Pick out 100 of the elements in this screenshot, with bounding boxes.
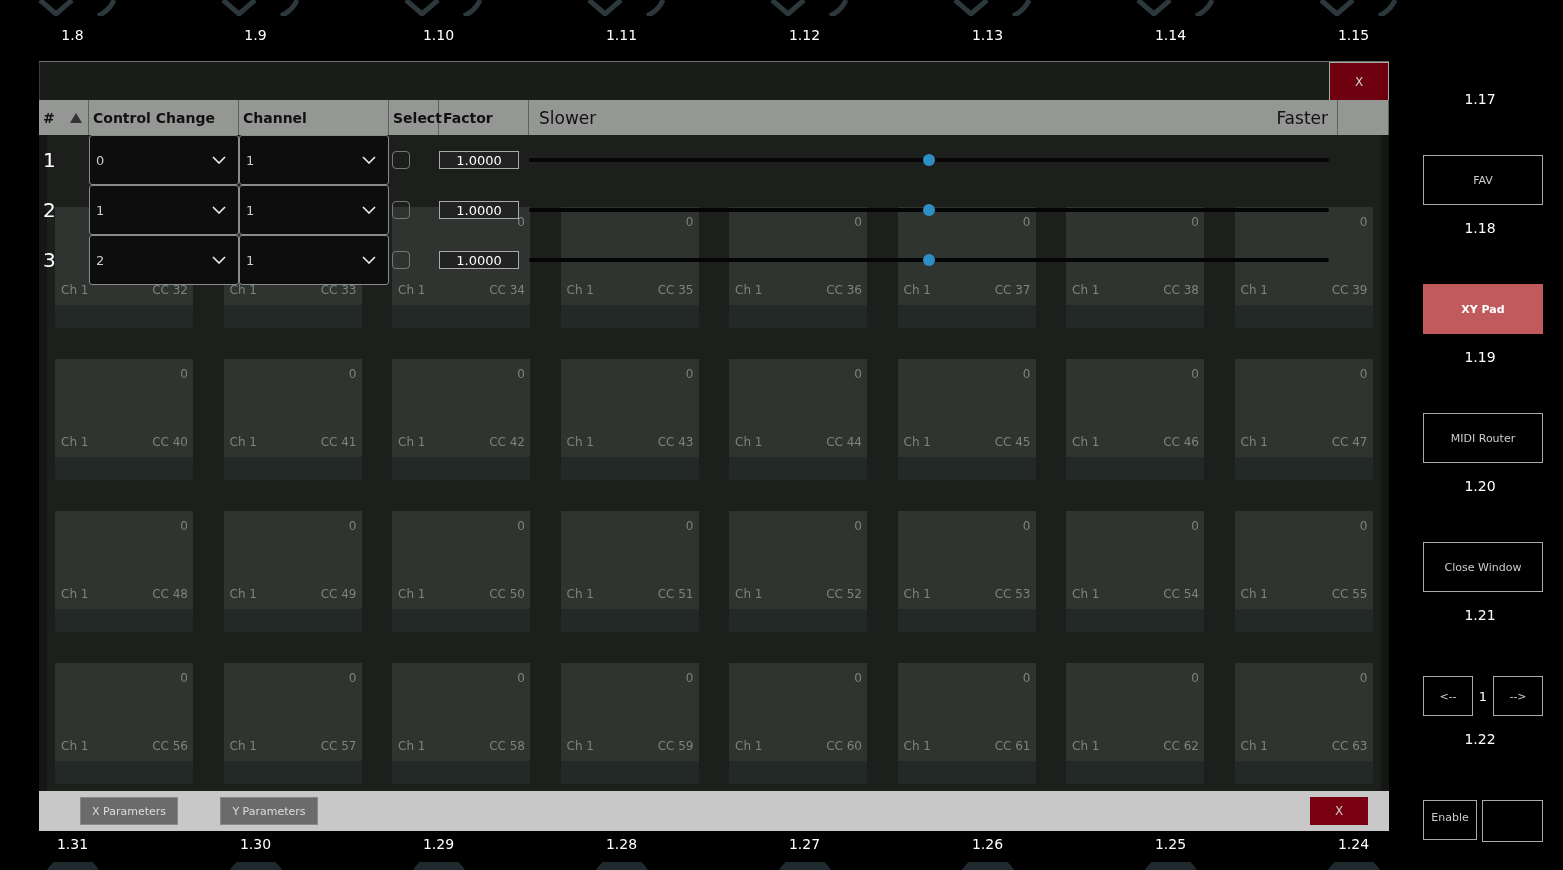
close-button[interactable]: X <box>1329 62 1389 101</box>
pad-channel: Ch 1 <box>61 435 89 449</box>
sidebar-button[interactable] <box>1482 800 1543 842</box>
select-checkbox[interactable] <box>392 151 410 169</box>
sidebar-button[interactable]: XY Pad <box>1423 284 1543 334</box>
factor-field[interactable]: 1.0000 <box>439 151 519 169</box>
pad-channel: Ch 1 <box>398 587 426 601</box>
parameters-button[interactable]: X Parameters <box>80 797 178 825</box>
knob-label: 1.22 <box>1464 730 1496 749</box>
pad-channel: Ch 1 <box>1240 587 1268 601</box>
pad-cc: CC 36 <box>826 283 862 297</box>
pad-cc: CC 58 <box>489 739 525 753</box>
pad-value: 0 <box>1359 671 1368 685</box>
control-change-dropdown[interactable]: 1 <box>89 185 239 235</box>
close-button[interactable]: X <box>1310 797 1368 825</box>
pad-value: 0 <box>854 215 862 229</box>
pad-cc: CC 61 <box>994 739 1031 753</box>
pad-value: 0 <box>517 671 525 685</box>
pad-channel: Ch 1 <box>1240 283 1268 297</box>
pad-channel: Ch 1 <box>566 587 594 601</box>
knob-label: 1.14 <box>1154 26 1187 44</box>
pad-cc: CC 56 <box>152 739 188 753</box>
pad-value: 0 <box>685 367 694 381</box>
control-change-dropdown[interactable]: 0 <box>89 135 239 185</box>
knob-label: 1.26 <box>971 835 1004 853</box>
channel-dropdown[interactable]: 1 <box>239 235 389 285</box>
knob-label: 1.11 <box>605 26 638 44</box>
pad-cc: CC 40 <box>152 435 188 449</box>
channel-dropdown[interactable]: 1 <box>239 135 389 185</box>
pad-cc: CC 50 <box>489 587 525 601</box>
sidebar-button[interactable]: Close Window <box>1423 542 1543 592</box>
pad-channel: Ch 1 <box>398 283 426 297</box>
select-checkbox[interactable] <box>392 251 410 269</box>
row-number: 3 <box>42 248 57 272</box>
control-change-dropdown[interactable]: 2 <box>89 235 239 285</box>
pad-cc: CC 38 <box>1163 283 1199 297</box>
pad-cc: CC 34 <box>489 283 525 297</box>
pad-channel: Ch 1 <box>735 435 763 449</box>
column-header[interactable]: Select <box>393 109 442 126</box>
pad-value: 0 <box>517 519 525 533</box>
pad-channel: Ch 1 <box>735 283 763 297</box>
knob-label: 1.29 <box>422 835 455 853</box>
sidebar-button[interactable]: FAV <box>1423 155 1543 205</box>
select-checkbox[interactable] <box>392 201 410 219</box>
page-number: 1 <box>1478 688 1488 704</box>
pad-value: 0 <box>685 215 694 229</box>
pad-cc: CC 60 <box>826 739 862 753</box>
pad-channel: Ch 1 <box>229 739 257 753</box>
pad-cc: CC 32 <box>152 283 188 297</box>
pad-cc: CC 63 <box>1331 739 1368 753</box>
pad-value: 0 <box>517 215 525 229</box>
pad-value: 0 <box>685 671 694 685</box>
pad-cc: CC 52 <box>826 587 862 601</box>
slider-label: Slower <box>539 107 597 128</box>
row-number: 2 <box>42 198 57 222</box>
pad-value: 0 <box>348 671 357 685</box>
row-number: 1 <box>42 148 57 172</box>
pad-value: 0 <box>1022 367 1031 381</box>
pad-cc: CC 51 <box>657 587 694 601</box>
pad-cc: CC 47 <box>1331 435 1368 449</box>
column-header[interactable]: Control Change <box>93 109 215 126</box>
enable-button[interactable]: Enable <box>1423 800 1478 840</box>
pad-value: 0 <box>1359 519 1368 533</box>
knob-label: 1.28 <box>605 835 638 853</box>
pad-value: 0 <box>1359 367 1368 381</box>
parameters-button[interactable]: Y Parameters <box>220 797 318 825</box>
next-button[interactable]: --> <box>1493 676 1543 716</box>
pad-channel: Ch 1 <box>229 283 257 297</box>
pad-channel: Ch 1 <box>229 587 257 601</box>
chevron-down-icon <box>362 256 376 264</box>
factor-field[interactable]: 1.0000 <box>439 251 519 269</box>
knob-label: 1.9 <box>244 26 267 44</box>
knob-label: 1.25 <box>1154 835 1187 853</box>
previous-button[interactable]: <-- <box>1423 676 1473 716</box>
pad-cc: CC 33 <box>320 283 357 297</box>
column-header[interactable]: Factor <box>443 109 493 126</box>
pad-channel: Ch 1 <box>61 587 89 601</box>
factor-field[interactable]: 1.0000 <box>439 201 519 219</box>
knob-label: 1.30 <box>239 835 272 853</box>
knob-label: 1.24 <box>1337 835 1370 853</box>
pad-channel: Ch 1 <box>735 739 763 753</box>
pad-value: 0 <box>348 367 357 381</box>
pad-cc: CC 44 <box>826 435 862 449</box>
pad-channel: Ch 1 <box>566 435 594 449</box>
pad-channel: Ch 1 <box>1072 739 1100 753</box>
pad-channel: Ch 1 <box>903 283 931 297</box>
column-header[interactable]: # <box>43 109 55 126</box>
pad-value: 0 <box>1191 671 1199 685</box>
pad-value: 0 <box>348 519 357 533</box>
pad-cc: CC 42 <box>489 435 525 449</box>
pad-channel: Ch 1 <box>903 587 931 601</box>
sort-up-icon[interactable] <box>70 112 82 123</box>
sidebar-button[interactable]: MIDI Router <box>1423 413 1543 463</box>
pad-value: 0 <box>1022 519 1031 533</box>
pad-channel: Ch 1 <box>1072 587 1100 601</box>
channel-dropdown[interactable]: 1 <box>239 185 389 235</box>
pad-cc: CC 55 <box>1331 587 1368 601</box>
pad-channel: Ch 1 <box>1072 435 1100 449</box>
column-header[interactable]: Channel <box>243 109 307 126</box>
pad-channel: Ch 1 <box>61 283 89 297</box>
